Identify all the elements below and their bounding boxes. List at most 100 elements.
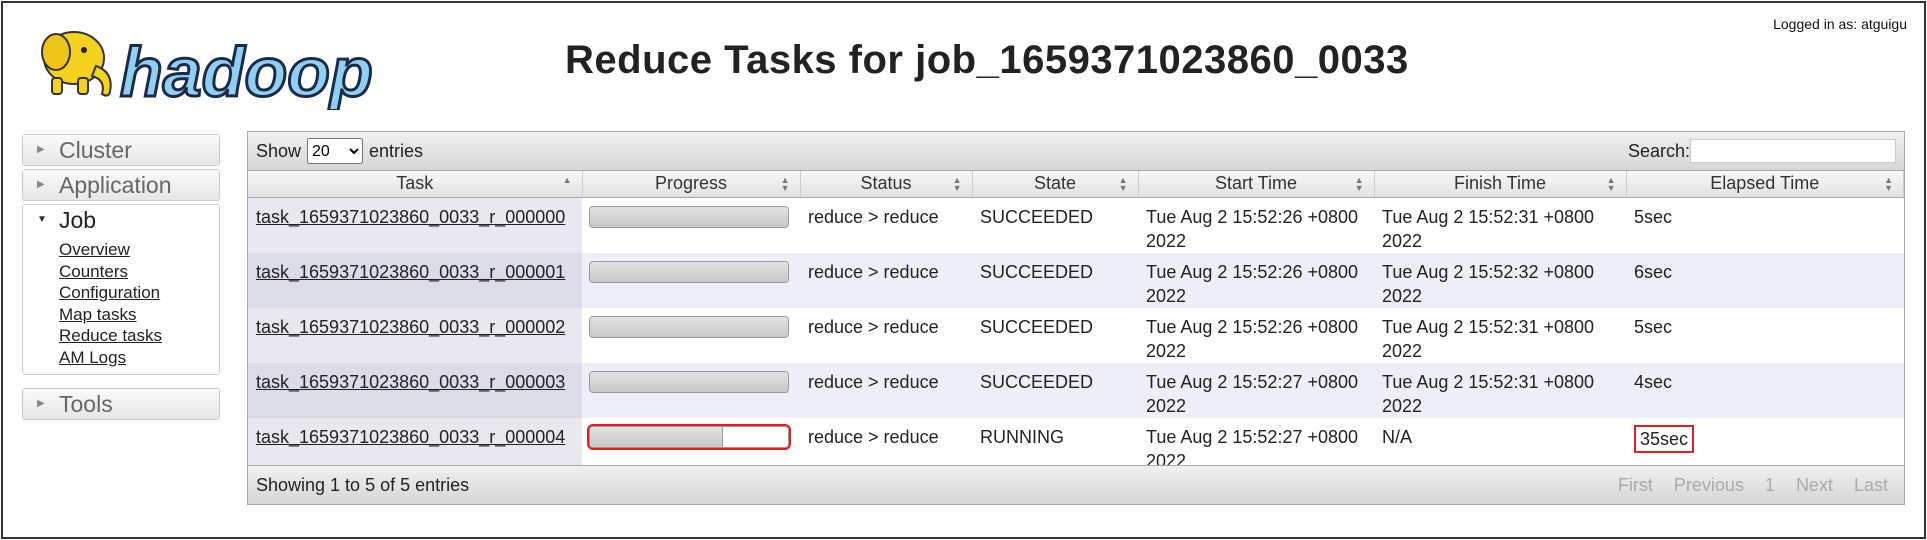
- col-finish-time[interactable]: Finish Time ▲ ▼: [1374, 171, 1627, 198]
- nav-application-label: Application: [59, 172, 172, 198]
- sort-asc-icon: ▲: [562, 175, 572, 185]
- nav-job-header[interactable]: ▼ Job: [23, 205, 219, 235]
- nav-link-map-tasks[interactable]: Map tasks: [59, 304, 219, 326]
- cell-start-time: Tue Aug 2 15:52:26 +0800 2022: [1138, 307, 1374, 363]
- table-row: task_1659371023860_0033_r_000001 reduce >…: [248, 252, 1904, 308]
- logged-in-label: Logged in as: atguigu: [1773, 16, 1907, 32]
- sort-both-icon: ▲ ▼: [780, 175, 790, 193]
- col-state[interactable]: State ▲ ▼: [972, 171, 1139, 198]
- nav-tools[interactable]: ▶ Tools: [22, 388, 220, 420]
- triangle-right-icon: ▶: [37, 179, 45, 190]
- col-task[interactable]: Task ▲: [248, 171, 583, 198]
- cell-finish-time: Tue Aug 2 15:52:31 +0800 2022: [1374, 307, 1626, 363]
- nav-link-configuration[interactable]: Configuration: [59, 282, 219, 304]
- cell-finish-time: Tue Aug 2 15:52:31 +0800 2022: [1374, 362, 1626, 418]
- sort-both-icon: ▲ ▼: [1884, 175, 1893, 193]
- page-size-select[interactable]: 20: [307, 138, 364, 164]
- nav-cluster-header[interactable]: ▶ Cluster: [23, 135, 219, 165]
- nav-job-label: Job: [59, 207, 97, 233]
- progress-bar: [587, 423, 791, 450]
- progress-fill: [590, 206, 788, 227]
- col-elapsed-time[interactable]: Elapsed Time ▲ ▼: [1626, 171, 1904, 198]
- elapsed-value: 5sec: [1634, 316, 1673, 337]
- cell-status: reduce > reduce: [800, 197, 972, 253]
- pager-next[interactable]: Next: [1788, 475, 1841, 496]
- nav-application-header[interactable]: ▶ Application: [23, 170, 219, 200]
- cell-status: reduce > reduce: [800, 307, 972, 363]
- cell-task: task_1659371023860_0033_r_000002: [248, 307, 582, 363]
- col-status[interactable]: Status ▲ ▼: [800, 171, 973, 198]
- hadoop-logo[interactable]: hadoop: [22, 22, 400, 113]
- page-title: Reduce Tasks for job_1659371023860_0033: [565, 38, 1409, 82]
- progress-bar: [589, 205, 789, 228]
- nav-tools-header[interactable]: ▶ Tools: [23, 389, 219, 419]
- tasks-table-wrapper: Show 20 entries Search: Task ▲ Progress ▲ ▼…: [247, 131, 1905, 505]
- pager-page-1[interactable]: 1: [1757, 475, 1783, 496]
- progress-fill: [590, 316, 788, 337]
- cell-elapsed-time: 6sec: [1626, 252, 1904, 308]
- nav-link-overview[interactable]: Overview: [59, 239, 219, 261]
- elapsed-value: 35sec: [1634, 424, 1695, 453]
- task-link[interactable]: task_1659371023860_0033_r_000002: [256, 317, 565, 337]
- task-link[interactable]: task_1659371023860_0033_r_000004: [256, 427, 565, 447]
- cell-task: task_1659371023860_0033_r_000003: [248, 362, 582, 418]
- logo-wordmark: hadoop: [120, 33, 373, 110]
- triangle-right-icon: ▶: [37, 398, 45, 409]
- cell-progress: [582, 197, 800, 253]
- nav-job-links: Overview Counters Configuration Map task…: [23, 235, 219, 374]
- entries-label: entries: [369, 140, 424, 161]
- cell-finish-time: Tue Aug 2 15:52:31 +0800 2022: [1374, 197, 1626, 253]
- show-label: Show: [256, 140, 302, 161]
- cell-elapsed-time: 5sec: [1626, 197, 1904, 253]
- pager-previous[interactable]: Previous: [1666, 475, 1752, 496]
- pager-first[interactable]: First: [1610, 475, 1661, 496]
- progress-bar: [589, 260, 789, 283]
- table-row: task_1659371023860_0033_r_000003 reduce >…: [248, 362, 1904, 418]
- sort-both-icon: ▲ ▼: [1118, 175, 1128, 193]
- nav-cluster-label: Cluster: [59, 137, 132, 163]
- cell-start-time: Tue Aug 2 15:52:27 +0800 2022: [1138, 362, 1374, 418]
- nav-cluster[interactable]: ▶ Cluster: [22, 134, 220, 166]
- nav-application[interactable]: ▶ Application: [22, 169, 220, 201]
- cell-start-time: Tue Aug 2 15:52:26 +0800 2022: [1138, 197, 1374, 253]
- nav-link-reduce-tasks[interactable]: Reduce tasks: [59, 325, 219, 347]
- search-label: Search:: [1627, 140, 1690, 161]
- cell-status: reduce > reduce: [800, 252, 972, 308]
- showing-info: Showing 1 to 5 of 5 entries: [256, 474, 470, 495]
- nav-link-counters[interactable]: Counters: [59, 261, 219, 283]
- elapsed-value: 5sec: [1634, 206, 1673, 227]
- progress-bar: [589, 370, 789, 393]
- nav-job[interactable]: ▼ Job Overview Counters Configuration Ma…: [22, 204, 220, 375]
- elapsed-value: 6sec: [1634, 261, 1673, 282]
- progress-fill: [590, 426, 723, 447]
- nav-tools-label: Tools: [59, 391, 113, 417]
- hadoop-elephant-icon: hadoop: [41, 31, 374, 113]
- progress-bar: [589, 315, 789, 338]
- cell-finish-time: Tue Aug 2 15:52:32 +0800 2022: [1374, 252, 1626, 308]
- cell-progress: [582, 252, 800, 308]
- triangle-down-icon: ▼: [37, 214, 47, 225]
- sort-both-icon: ▲ ▼: [1354, 175, 1364, 193]
- cell-elapsed-time: 4sec: [1626, 362, 1904, 418]
- cell-elapsed-time: 5sec: [1626, 307, 1904, 363]
- triangle-right-icon: ▶: [37, 144, 45, 155]
- cell-status: reduce > reduce: [800, 362, 972, 418]
- sort-both-icon: ▲ ▼: [1606, 175, 1616, 193]
- sort-both-icon: ▲ ▼: [952, 175, 962, 193]
- cell-state: SUCCEEDED: [972, 252, 1138, 308]
- search-input[interactable]: [1690, 139, 1896, 163]
- task-link[interactable]: task_1659371023860_0033_r_000001: [256, 262, 565, 282]
- task-link[interactable]: task_1659371023860_0033_r_000000: [256, 207, 565, 227]
- col-start-time[interactable]: Start Time ▲ ▼: [1138, 171, 1375, 198]
- tasks-table: Task ▲ Progress ▲ ▼ Status ▲ ▼ State ▲ ▼ Start …: [248, 171, 1904, 473]
- cell-start-time: Tue Aug 2 15:52:26 +0800 2022: [1138, 252, 1374, 308]
- cell-state: SUCCEEDED: [972, 362, 1138, 418]
- col-progress[interactable]: Progress ▲ ▼: [582, 171, 801, 198]
- nav-link-am-logs[interactable]: AM Logs: [59, 347, 219, 369]
- table-toolbar: Show 20 entries Search:: [248, 132, 1904, 171]
- elapsed-value: 4sec: [1634, 371, 1673, 392]
- progress-fill: [590, 261, 788, 282]
- pager-last[interactable]: Last: [1846, 475, 1896, 496]
- task-link[interactable]: task_1659371023860_0033_r_000003: [256, 372, 565, 392]
- cell-state: SUCCEEDED: [972, 307, 1138, 363]
